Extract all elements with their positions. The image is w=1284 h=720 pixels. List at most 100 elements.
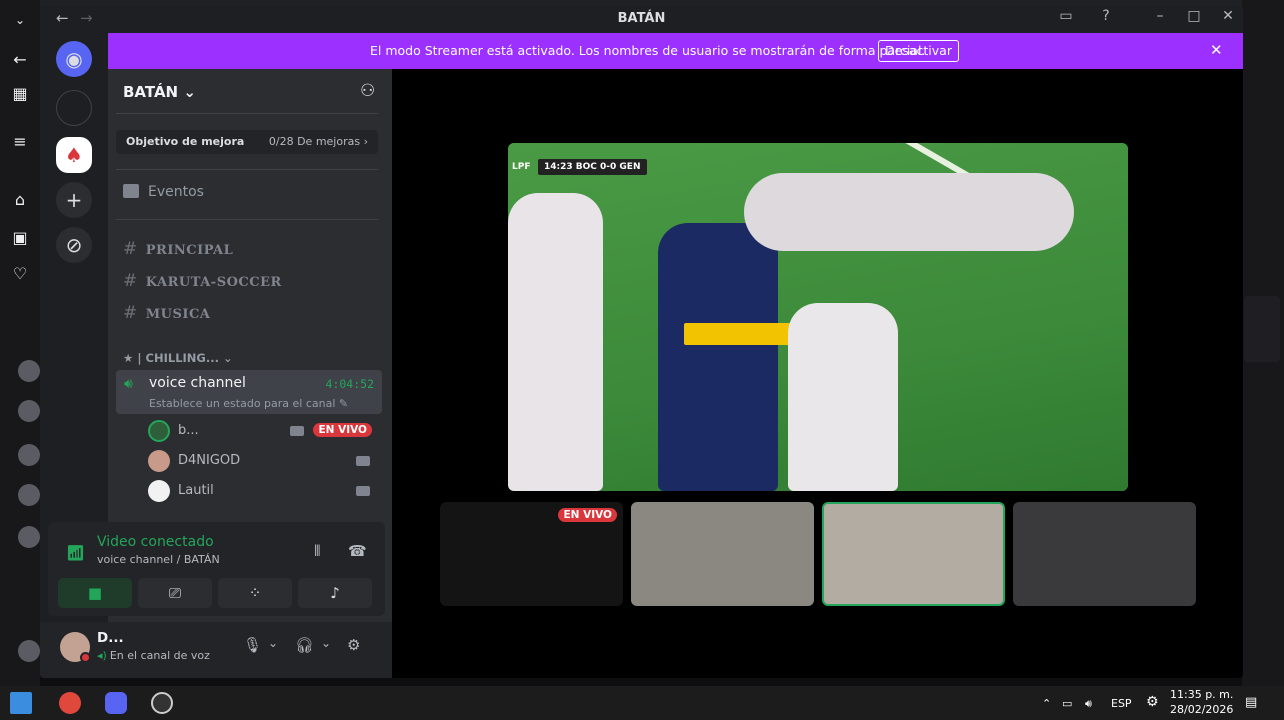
settings-icon[interactable]: ⚙ [347,636,360,654]
league-label: LPF [512,162,531,172]
discord-window: ← → BATÁN ▭ ? – □ ✕ ◉ ♠ + ⊘ El modo Stre… [40,5,1243,678]
voice-channel-time: 4:04:52 [325,377,374,391]
user-name[interactable]: D... [97,630,124,646]
boost-goal[interactable]: Objetivo de mejora 0/28 De mejoras › [116,130,378,154]
notifications-icon[interactable]: ▤ [1245,695,1257,710]
channel-principal[interactable]: # PRINCIPAL [123,239,233,259]
participant-tile[interactable] [631,502,814,606]
divider [116,219,378,220]
player-stripe [684,323,794,345]
voice-connection-panel: 📶︎ Video conectado voice channel / BATÁN… [48,522,385,616]
category-chilling[interactable]: ★ | CHILLING... ⌄ [123,351,233,365]
chevron-down-icon[interactable]: ⌄ [268,636,278,650]
minimize-icon[interactable]: – [1150,8,1170,24]
video-stage: LPF 14:23 BOC 0-0 GEN EN VIVO [392,69,1243,678]
disconnect-icon[interactable]: ☎ [348,542,367,560]
participant-tiles: EN VIVO [440,502,1198,608]
clock[interactable]: 11:35 p. m. 28/02/2026 [1170,687,1233,717]
taskbar: ⌃ ▭ 🔊︎ ESP ⚙ 11:35 p. m. 28/02/2026 ▤ [0,686,1284,720]
deactivate-button[interactable]: Desactivar [878,40,959,62]
camera-button[interactable]: ■ [58,578,132,608]
maximize-icon[interactable]: □ [1184,8,1204,24]
divider [116,169,378,170]
screen-share-button[interactable]: ⎚ [138,578,212,608]
tray-chevron-icon[interactable]: ⌃ [1042,697,1051,710]
calendar-icon [123,184,139,198]
add-server-icon[interactable]: + [56,182,92,218]
settings-tray-icon[interactable]: ⚙ [1146,694,1159,710]
banner-message: El modo Streamer está activado. Los nomb… [370,43,926,58]
avatar[interactable] [18,444,40,466]
channel-karuta-soccer[interactable]: # KARUTA-SOCCER [123,271,282,291]
avatar[interactable] [18,526,40,548]
connection-channel[interactable]: voice channel / BATÁN [97,553,220,566]
avatar[interactable] [18,640,40,662]
camera-icon [290,426,304,436]
status-dot [80,652,91,663]
hash-icon: # [123,271,138,291]
headphones-icon[interactable]: 🎧︎ [295,636,314,654]
inbox-icon[interactable]: ▭ [1056,8,1076,24]
chrome-icon[interactable] [59,692,81,714]
stream-video[interactable]: LPF 14:23 BOC 0-0 GEN [508,143,1128,491]
browse-icon[interactable]: ▣ [10,228,30,248]
microphone-icon[interactable]: 🎙︎ [243,636,262,654]
grid-icon[interactable]: ▦ [10,84,30,104]
participant-tile[interactable] [822,502,1005,606]
voice-user[interactable]: Lautil [148,478,380,504]
participant-tile[interactable] [1013,502,1196,606]
boost-count: 0/28 De mejoras › [268,135,368,148]
boost-goal-label: Objetivo de mejora [126,135,245,148]
side-panel [1244,296,1280,362]
server-icon-batan[interactable]: ♠ [56,137,92,173]
player-figure [658,223,778,491]
signal-icon[interactable]: 📶︎ [66,544,85,562]
menu-icon[interactable]: ≡ [10,132,30,152]
home-icon[interactable]: ⌂ [10,190,30,210]
user-panel: D... ◂) En el canal de voz 🎙︎ ⌄ 🎧︎ ⌄ ⚙ [40,622,392,678]
background-app-right [1242,0,1284,686]
invite-icon[interactable]: ⚇ [360,81,375,101]
titlebar: ← → BATÁN ▭ ? – □ ✕ [40,5,1243,33]
speaker-icon: 🔊︎ [124,376,133,392]
live-badge: EN VIVO [313,423,372,437]
camera-icon [356,486,370,496]
obs-icon[interactable] [151,692,173,714]
heart-icon[interactable]: ♡ [10,264,30,284]
activities-button[interactable]: ⁘ [218,578,292,608]
events-item[interactable]: Eventos [123,184,204,200]
voice-channel-item[interactable]: 🔊︎ voice channel 4:04:52 Establece un es… [116,370,382,414]
avatar [148,420,170,442]
discord-taskbar-icon[interactable] [105,692,127,714]
participant-tile[interactable]: EN VIVO [440,502,623,606]
network-icon[interactable]: ▭ [1062,697,1072,710]
clock-date: 28/02/2026 [1170,703,1234,716]
avatar[interactable] [18,484,40,506]
voice-user[interactable]: b... EN VIVO [148,418,380,444]
avatar[interactable] [18,400,40,422]
voice-channel-name: voice channel [149,375,246,391]
discord-home-icon[interactable]: ◉ [56,41,92,77]
avatar[interactable] [18,360,40,382]
chevron-down-icon[interactable]: ⌄ [10,10,30,30]
start-icon[interactable] [10,692,32,714]
server-icon[interactable] [56,90,92,126]
language-indicator[interactable]: ESP [1111,697,1132,710]
chevron-down-icon[interactable]: ⌄ [321,636,331,650]
back-arrow-icon[interactable]: ← [10,50,30,70]
explore-icon[interactable]: ⊘ [56,227,92,263]
channel-musica[interactable]: # MUSICA [123,303,210,323]
soundboard-button[interactable]: ♪ [298,578,372,608]
help-icon[interactable]: ? [1096,8,1116,24]
streamer-mode-banner: El modo Streamer está activado. Los nomb… [108,33,1243,69]
channel-status[interactable]: Establece un estado para el canal ✎ [149,397,348,410]
noise-suppression-icon[interactable]: ⦀ [314,542,321,560]
voice-user[interactable]: D4NIGOD [148,448,380,474]
close-icon[interactable]: ✕ [1218,8,1238,24]
close-banner-icon[interactable]: ✕ [1210,41,1223,59]
connection-status[interactable]: Video conectado [97,534,214,550]
server-name[interactable]: BATÁN ⌄ [123,83,196,101]
volume-icon[interactable]: 🔊︎ [1085,697,1092,711]
voice-user-name: Lautil [178,483,214,498]
voice-icon: ◂) [97,649,107,662]
